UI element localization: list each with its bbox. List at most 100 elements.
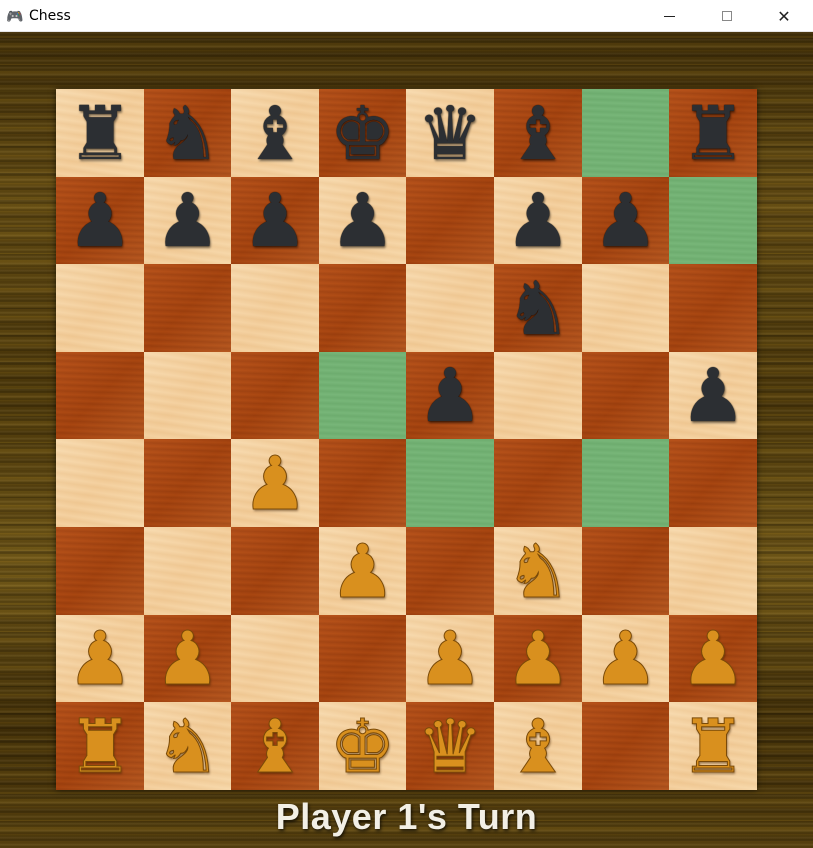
board-square[interactable]: ♟ [406,615,494,702]
board-square[interactable]: ♟ [231,177,319,264]
board-square[interactable] [319,264,406,352]
board-square[interactable] [56,352,144,439]
board-square[interactable]: ♞ [494,264,582,352]
board-square[interactable]: ♝ [494,702,582,790]
maximize-button[interactable] [698,0,756,32]
white-pawn-piece[interactable]: ♟ [329,532,396,613]
board-square[interactable]: ♝ [231,702,319,790]
board-square[interactable]: ♞ [144,89,231,177]
black-rook-piece[interactable]: ♜ [67,94,133,174]
black-pawn-piece[interactable]: ♟ [417,356,483,436]
board-square[interactable] [319,352,406,439]
board-square[interactable] [231,264,319,352]
board-square[interactable] [494,439,582,527]
white-rook-piece[interactable]: ♜ [679,707,746,788]
board-square[interactable]: ♛ [406,89,494,177]
board-square[interactable] [144,352,231,439]
board-square[interactable]: ♟ [582,615,669,702]
white-rook-piece[interactable]: ♜ [66,707,133,788]
board-square[interactable]: ♟ [406,352,494,439]
board-square[interactable]: ♜ [669,89,757,177]
white-pawn-piece[interactable]: ♟ [416,619,483,700]
board-square[interactable]: ♞ [144,702,231,790]
board-square[interactable]: ♟ [494,177,582,264]
white-bishop-piece[interactable]: ♝ [504,707,571,788]
board-square[interactable]: ♟ [494,615,582,702]
board-square[interactable]: ♝ [231,89,319,177]
board-square[interactable]: ♟ [582,177,669,264]
board-square[interactable]: ♝ [494,89,582,177]
board-square[interactable] [406,527,494,615]
black-bishop-piece[interactable]: ♝ [242,94,308,174]
chess-board: ♜ ♞ ♝ ♚ ♛ ♝ ♜ ♟ ♟ ♟ ♟ ♟ ♟ ♞ ♟ ♟ ♟ ♟ ♞ ♟ ♟ ♟ ♟ ♟ ♟ ♜ ♞ ♝ ♚ ♛ ♝ ♜ [56,89,757,790]
board-square[interactable] [144,527,231,615]
board-square[interactable]: ♟ [669,615,757,702]
board-square[interactable] [144,264,231,352]
white-queen-piece[interactable]: ♛ [416,707,483,788]
black-pawn-piece[interactable]: ♟ [67,181,133,261]
black-pawn-piece[interactable]: ♟ [680,356,746,436]
board-square[interactable]: ♚ [319,702,406,790]
white-knight-piece[interactable]: ♞ [154,707,221,788]
board-square[interactable] [56,439,144,527]
board-square[interactable]: ♞ [494,527,582,615]
close-button[interactable]: ✕ [755,0,813,32]
board-square[interactable]: ♟ [144,177,231,264]
board-square[interactable]: ♜ [56,702,144,790]
black-pawn-piece[interactable]: ♟ [154,181,220,261]
board-square[interactable]: ♟ [231,439,319,527]
white-pawn-piece[interactable]: ♟ [66,619,133,700]
black-pawn-piece[interactable]: ♟ [329,181,395,261]
board-square[interactable] [406,439,494,527]
board-square[interactable] [669,264,757,352]
board-square[interactable]: ♟ [56,615,144,702]
white-pawn-piece[interactable]: ♟ [504,619,571,700]
board-square[interactable] [231,527,319,615]
board-square[interactable] [669,439,757,527]
black-king-piece[interactable]: ♚ [329,94,395,174]
black-knight-piece[interactable]: ♞ [505,269,571,349]
black-pawn-piece[interactable]: ♟ [242,181,308,261]
white-pawn-piece[interactable]: ♟ [592,619,659,700]
board-square[interactable] [406,264,494,352]
white-king-piece[interactable]: ♚ [329,707,396,788]
board-square[interactable]: ♟ [56,177,144,264]
black-knight-piece[interactable]: ♞ [154,94,220,174]
white-bishop-piece[interactable]: ♝ [241,707,308,788]
board-square[interactable] [582,439,669,527]
black-pawn-piece[interactable]: ♟ [592,181,658,261]
board-square[interactable] [669,527,757,615]
board-square[interactable] [56,527,144,615]
board-square[interactable]: ♛ [406,702,494,790]
board-square[interactable]: ♟ [669,352,757,439]
board-square[interactable] [582,702,669,790]
white-knight-piece[interactable]: ♞ [504,532,571,613]
board-square[interactable]: ♜ [669,702,757,790]
board-square[interactable] [494,352,582,439]
board-square[interactable]: ♜ [56,89,144,177]
board-square[interactable] [582,89,669,177]
black-pawn-piece[interactable]: ♟ [505,181,571,261]
minimize-button[interactable] [640,0,698,32]
board-square[interactable] [669,177,757,264]
board-square[interactable]: ♟ [144,615,231,702]
black-queen-piece[interactable]: ♛ [417,94,483,174]
board-square[interactable]: ♚ [319,89,406,177]
board-square[interactable]: ♟ [319,527,406,615]
board-square[interactable]: ♟ [319,177,406,264]
black-rook-piece[interactable]: ♜ [680,94,746,174]
board-square[interactable] [582,527,669,615]
board-square[interactable] [406,177,494,264]
board-square[interactable] [582,352,669,439]
white-pawn-piece[interactable]: ♟ [241,444,308,525]
black-bishop-piece[interactable]: ♝ [505,94,571,174]
board-square[interactable] [319,439,406,527]
board-square[interactable] [582,264,669,352]
white-pawn-piece[interactable]: ♟ [154,619,221,700]
board-square[interactable] [231,615,319,702]
board-square[interactable] [231,352,319,439]
board-square[interactable] [56,264,144,352]
white-pawn-piece[interactable]: ♟ [679,619,746,700]
board-square[interactable] [319,615,406,702]
board-square[interactable] [144,439,231,527]
